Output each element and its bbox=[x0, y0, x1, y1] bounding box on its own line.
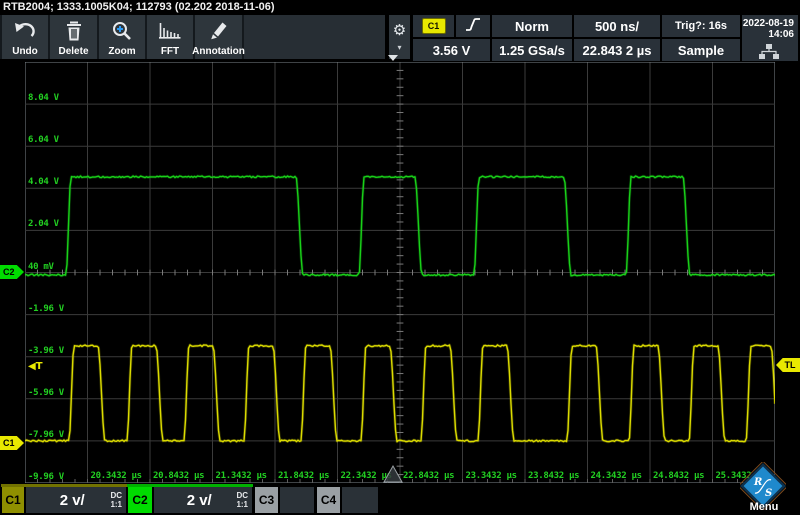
trigger-slope-button[interactable] bbox=[456, 15, 490, 37]
rising-edge-icon bbox=[463, 16, 483, 37]
chevron-down-icon: ▾ bbox=[397, 44, 401, 52]
coupling-label: DC bbox=[110, 491, 122, 500]
toolbar-button-label: Undo bbox=[12, 46, 38, 57]
acquisition-mode-button[interactable]: Sample bbox=[662, 39, 740, 61]
trigger-status[interactable]: Trig?: 16s bbox=[662, 15, 740, 37]
trigger-source-button[interactable]: C1 bbox=[413, 15, 454, 37]
device-id-titlebar: RTB2004; 1333.1005K04; 112793 (02.202 20… bbox=[0, 0, 800, 14]
menu-button[interactable]: Menu bbox=[741, 501, 787, 513]
zoom-button[interactable]: Zoom bbox=[99, 15, 145, 59]
undo-icon bbox=[13, 15, 37, 46]
toolbar: Undo Delete Zoom FFT Annotation bbox=[0, 15, 385, 59]
channel-bar: C12 v/DC1:1C22 v/DC1:1C3C4 bbox=[0, 487, 800, 515]
probe-label: 1:1 bbox=[236, 500, 248, 509]
channel1-position-marker[interactable]: C1 bbox=[0, 436, 24, 450]
trigger-position-icon[interactable] bbox=[388, 55, 398, 61]
pencil-icon bbox=[208, 15, 230, 46]
toolbar-button-label: Delete bbox=[58, 46, 88, 57]
svg-text:R: R bbox=[753, 477, 762, 488]
date-value: 2022-08-19 bbox=[743, 18, 794, 29]
annotation-button[interactable]: Annotation bbox=[195, 15, 242, 59]
channel-panel-C2[interactable]: 2 v/DC1:1 bbox=[154, 487, 252, 513]
lan-network-icon bbox=[758, 44, 780, 62]
probe-label: 1:1 bbox=[110, 500, 122, 509]
coupling-label: DC bbox=[236, 491, 248, 500]
waveform-display bbox=[25, 62, 775, 483]
trash-icon bbox=[64, 15, 84, 46]
time-value: 14:06 bbox=[768, 29, 794, 40]
channel2-position-marker[interactable]: C2 bbox=[0, 265, 24, 279]
trigger-time-value[interactable]: 22.843 2 µs bbox=[574, 39, 660, 61]
timebase-button[interactable]: 500 ns/ bbox=[574, 15, 660, 37]
trigger-level-marker[interactable]: TL bbox=[776, 358, 800, 372]
channel-scale: 2 v/ bbox=[26, 492, 110, 509]
trigger-time-icon[interactable] bbox=[382, 464, 404, 489]
trigger-mode-button[interactable]: Norm bbox=[492, 15, 572, 37]
settings-button[interactable]: ⚙ ▾ bbox=[389, 15, 410, 59]
gear-icon: ⚙ bbox=[393, 22, 406, 38]
delete-button[interactable]: Delete bbox=[50, 15, 97, 59]
toolbar-button-label: Annotation bbox=[192, 46, 245, 57]
sample-rate-value[interactable]: 1.25 GSa/s bbox=[492, 39, 572, 61]
fft-button[interactable]: FFT bbox=[147, 15, 193, 59]
toolbar-button-label: Zoom bbox=[108, 46, 135, 57]
trigger-level-value[interactable]: 3.56 V bbox=[413, 39, 490, 61]
magnifier-icon bbox=[111, 15, 133, 46]
channel-badge-C2[interactable]: C2 bbox=[128, 487, 152, 513]
svg-text:S: S bbox=[765, 488, 772, 499]
toolbar-button-label: FFT bbox=[161, 46, 179, 57]
channel-panel-C4[interactable] bbox=[342, 487, 378, 513]
channel-badge-C3[interactable]: C3 bbox=[255, 487, 278, 513]
toolbar-filler bbox=[244, 15, 385, 59]
trigger-source-badge: C1 bbox=[422, 18, 446, 34]
fft-spectrum-icon bbox=[158, 15, 182, 46]
channel-panel-C1[interactable]: 2 v/DC1:1 bbox=[26, 487, 126, 513]
trigger-marker[interactable]: ◀T bbox=[28, 361, 43, 373]
channel-badge-C1[interactable]: C1 bbox=[2, 487, 24, 513]
channel-scale: 2 v/ bbox=[154, 492, 236, 509]
channel-coupling-probe: DC1:1 bbox=[236, 491, 248, 509]
oscilloscope-ui: RTB2004; 1333.1005K04; 112793 (02.202 20… bbox=[0, 0, 800, 515]
channel-badge-C4[interactable]: C4 bbox=[317, 487, 340, 513]
undo-button[interactable]: Undo bbox=[2, 15, 48, 59]
channel-coupling-probe: DC1:1 bbox=[110, 491, 122, 509]
channel-panel-C3[interactable] bbox=[280, 487, 314, 513]
datetime-panel[interactable]: 2022-08-19 14:06 bbox=[742, 15, 798, 61]
